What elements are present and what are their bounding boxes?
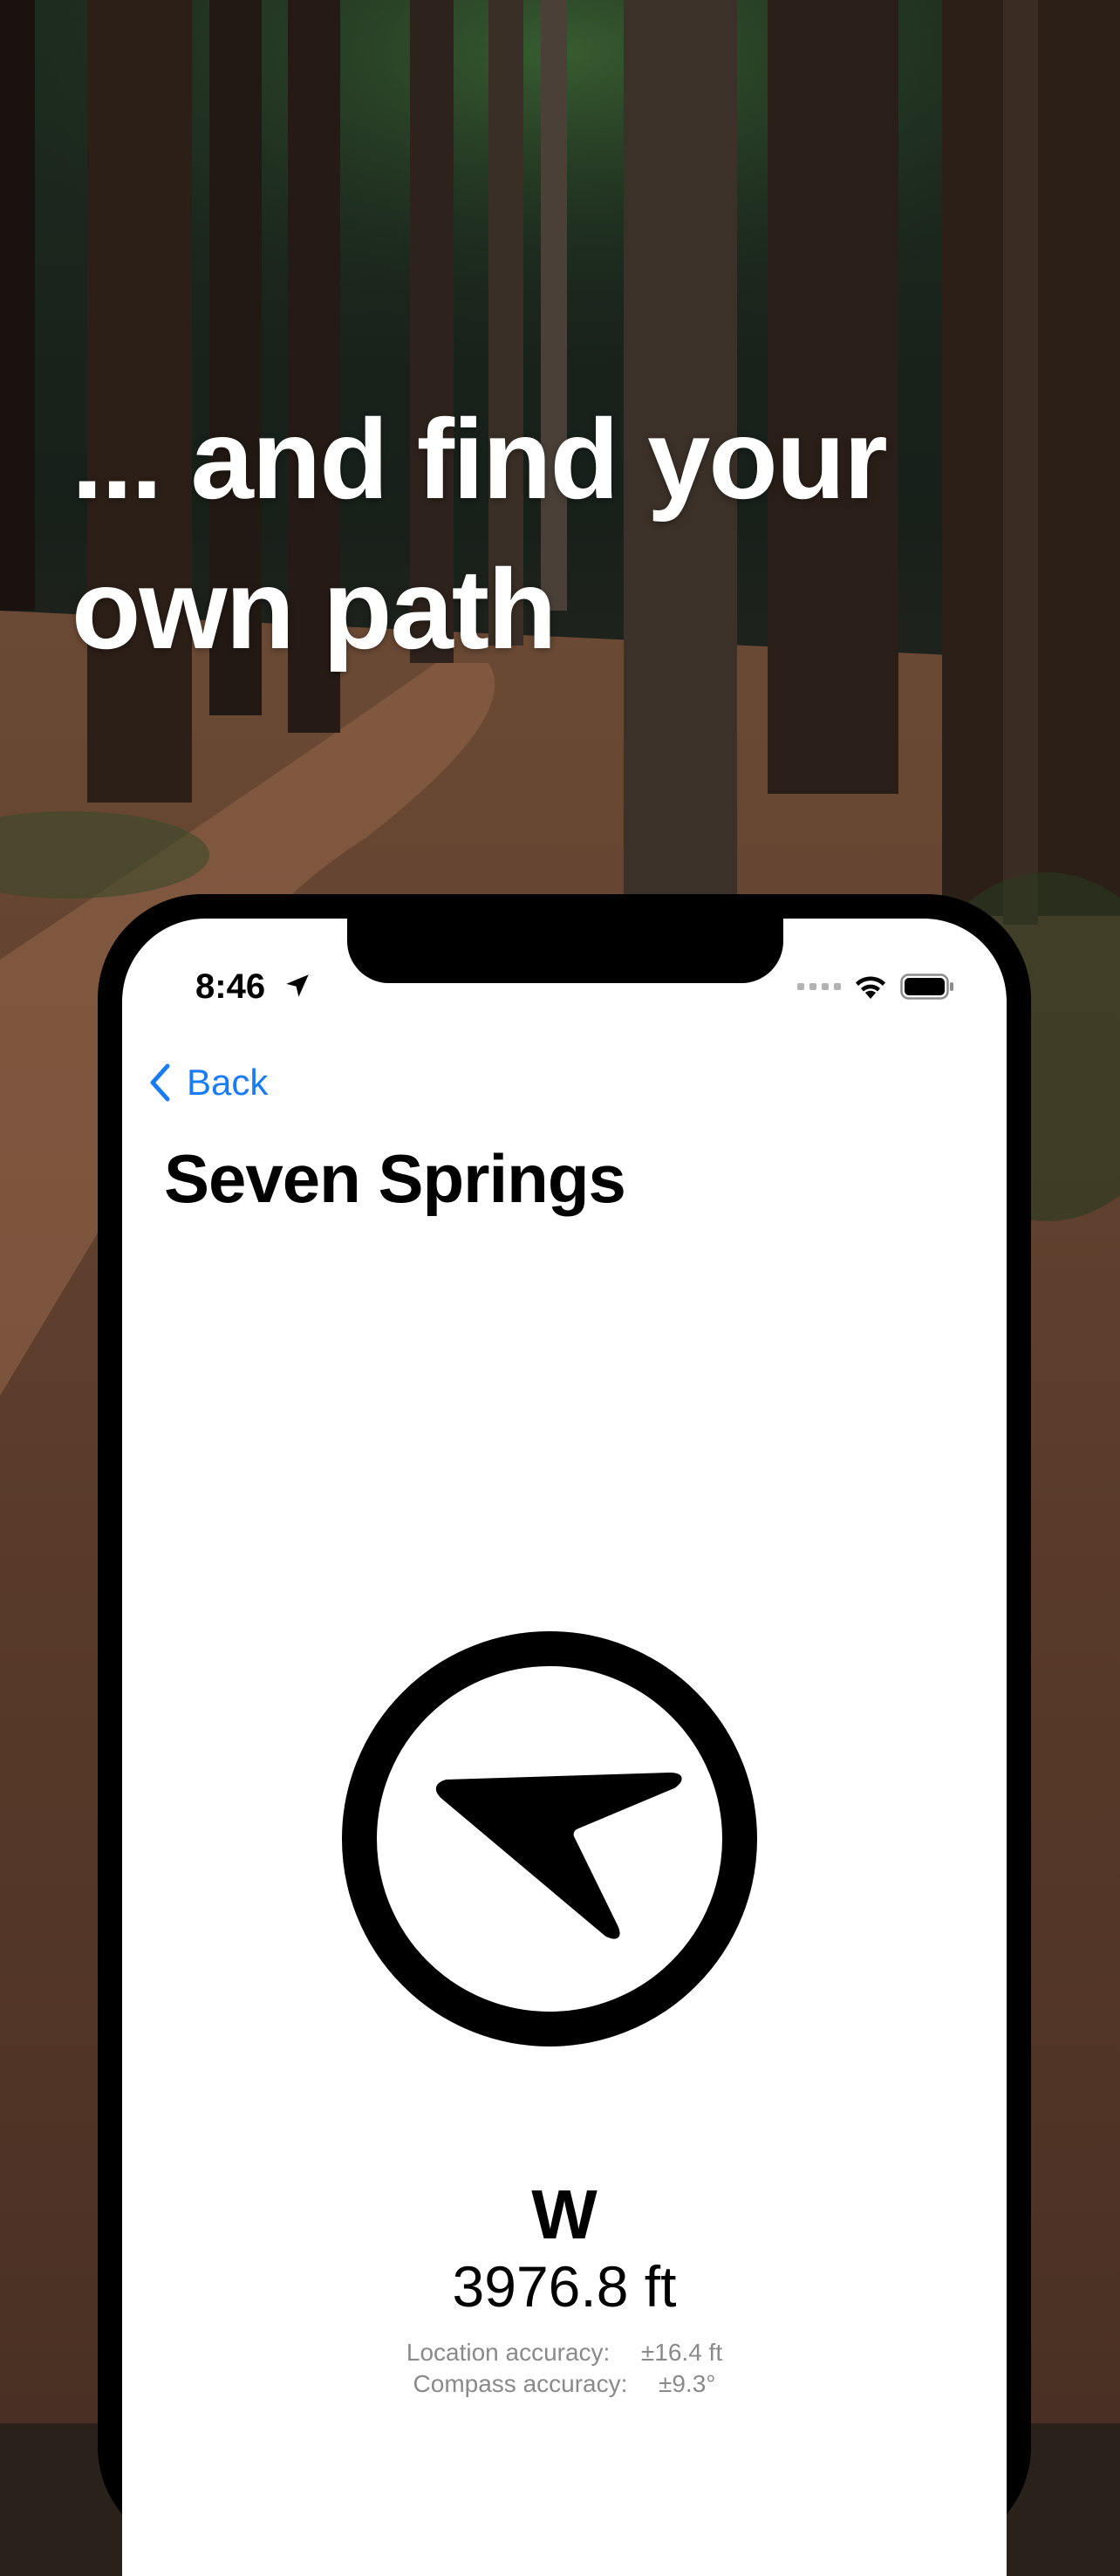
- compass-accuracy-value: ±9.3°: [658, 2370, 716, 2397]
- notch: [347, 919, 783, 983]
- page-title: Seven Springs: [164, 1140, 626, 1217]
- headline: ... and find your own path: [72, 384, 1048, 684]
- status-icons: [797, 969, 954, 1004]
- headline-line-1: ... and find your: [72, 395, 888, 523]
- wifi-icon: [856, 976, 885, 999]
- navigation-arrow-icon: [342, 1631, 757, 2046]
- location-accuracy-value: ±16.4 ft: [640, 2339, 723, 2366]
- phone-frame: 8:46 Back Seven Springs W 3976.8 ft Loca…: [98, 894, 1031, 2576]
- compass-accuracy-label: Compass accuracy:: [413, 2370, 628, 2397]
- distance-value: 3976.8 ft: [452, 2254, 677, 2319]
- cellular-signal-icon: [797, 983, 841, 990]
- back-button[interactable]: Back: [148, 1058, 268, 1107]
- chevron-left-icon: [150, 1063, 170, 1102]
- phone-screen: 8:46 Back Seven Springs W 3976.8 ft Loca…: [122, 919, 1007, 2576]
- back-label: Back: [187, 1062, 269, 1103]
- headline-line-2: own path: [72, 545, 557, 673]
- status-time: 8:46: [195, 967, 266, 1006]
- compass-accuracy: Compass accuracy: ±9.3°: [122, 2370, 1007, 2398]
- battery-icon: [900, 974, 953, 1000]
- location-arrow-icon: [286, 974, 309, 997]
- location-accuracy-label: Location accuracy:: [406, 2339, 611, 2366]
- direction-label: W: [531, 2176, 598, 2253]
- location-accuracy: Location accuracy: ±16.4 ft: [122, 2339, 1007, 2367]
